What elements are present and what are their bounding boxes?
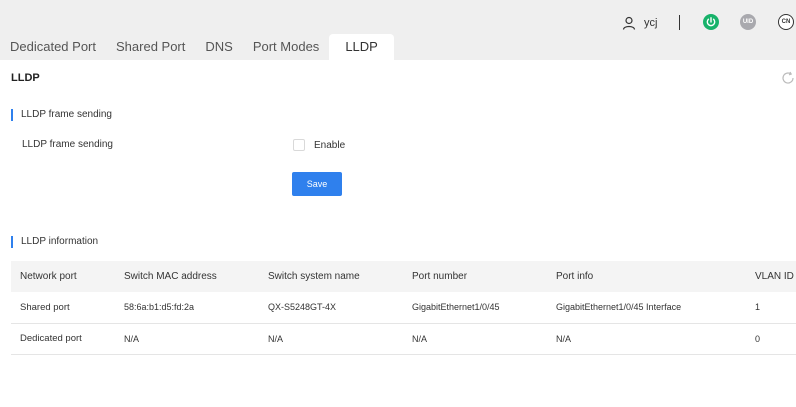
tab-lldp[interactable]: LLDP — [329, 34, 394, 60]
username: ycj — [644, 17, 658, 29]
table-cell: GigabitEthernet1/0/45 Interface — [547, 292, 745, 324]
uid-button[interactable]: UID — [740, 14, 756, 30]
table-cell: N/A — [259, 323, 403, 355]
top-bar: ycj UID CN Dedicated Port Shared Port DN… — [0, 0, 796, 60]
column-header: VLAN ID — [745, 261, 796, 292]
table-cell: QX-S5248GT-4X — [259, 292, 403, 324]
column-header: Switch system name — [259, 261, 403, 292]
table-cell: 1 — [745, 292, 796, 324]
refresh-icon[interactable] — [781, 71, 795, 85]
lldp-info-table: Network port Switch MAC address Switch s… — [11, 261, 796, 355]
table-cell: N/A — [403, 323, 547, 355]
table-cell: N/A — [547, 323, 745, 355]
table-cell: N/A — [115, 323, 259, 355]
tab-shared-port[interactable]: Shared Port — [106, 34, 195, 60]
tab-port-modes[interactable]: Port Modes — [243, 34, 329, 60]
table-row: Dedicated port N/A N/A N/A N/A 0 — [11, 323, 796, 355]
header-divider — [679, 15, 680, 30]
save-button[interactable]: Save — [292, 172, 342, 196]
column-header: Network port — [11, 261, 115, 292]
language-button[interactable]: CN — [778, 14, 794, 30]
column-header: Switch MAC address — [115, 261, 259, 292]
page-title: LLDP — [11, 72, 40, 84]
tab-bar: Dedicated Port Shared Port DNS Port Mode… — [0, 34, 394, 60]
table-cell: GigabitEthernet1/0/45 — [403, 292, 547, 324]
table-cell: 0 — [745, 323, 796, 355]
user-menu[interactable]: ycj — [622, 14, 657, 32]
enable-checkbox[interactable] — [293, 139, 305, 151]
table-row: Shared port 58:6a:b1:d5:fd:2a QX-S5248GT… — [11, 292, 796, 324]
enable-checkbox-group[interactable]: Enable — [293, 139, 345, 151]
column-header: Port info — [547, 261, 745, 292]
tab-dns[interactable]: DNS — [195, 34, 242, 60]
frame-section-title: LLDP frame sending — [11, 109, 112, 121]
tab-dedicated-port[interactable]: Dedicated Port — [0, 34, 106, 60]
column-header: Port number — [403, 261, 547, 292]
table-cell: Dedicated port — [11, 323, 115, 355]
power-icon[interactable] — [703, 14, 719, 30]
user-icon — [622, 16, 636, 30]
table-header-row: Network port Switch MAC address Switch s… — [11, 261, 796, 292]
table-cell: Shared port — [11, 292, 115, 324]
enable-label: Enable — [314, 139, 346, 151]
frame-sending-label: LLDP frame sending — [22, 139, 113, 150]
info-section-title: LLDP information — [11, 236, 98, 248]
table-cell: 58:6a:b1:d5:fd:2a — [115, 292, 259, 324]
